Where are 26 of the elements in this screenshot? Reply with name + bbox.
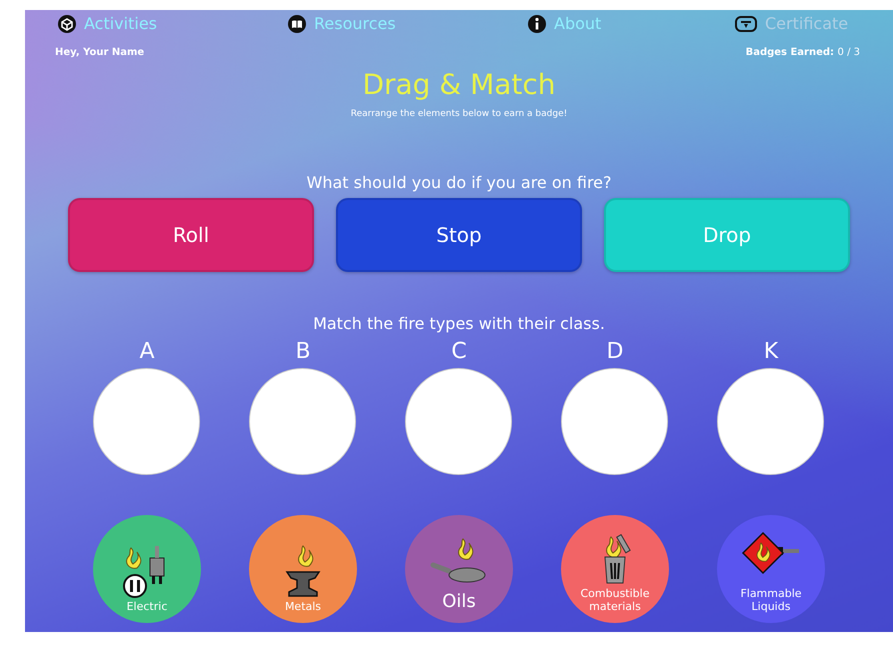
nav-link[interactable]: Activities <box>58 14 157 33</box>
badges-earned: Badges Earned: 0 / 3 <box>746 47 860 58</box>
fire-type-chip[interactable]: Metals <box>249 515 357 623</box>
cube-icon <box>58 14 76 32</box>
book-icon <box>288 14 306 32</box>
greeting: Hey, Your Name <box>55 47 144 58</box>
class-letter: B <box>295 339 311 364</box>
fire-type-chip[interactable]: Electric <box>93 515 201 623</box>
class-letter: C <box>451 339 467 364</box>
nav-link[interactable]: About <box>528 14 602 33</box>
class-letter: A <box>139 339 155 364</box>
fire-type-chip[interactable]: Combustible materials <box>561 515 669 623</box>
fire-type-chip[interactable]: Oils <box>405 515 513 623</box>
answer-tile[interactable]: Stop <box>336 198 582 272</box>
class-letter: D <box>606 339 624 364</box>
certificate-icon <box>735 14 757 32</box>
nav-link[interactable]: Resources <box>288 14 396 33</box>
question: What should you do if you are on fire? <box>306 173 612 192</box>
info-icon <box>528 14 546 32</box>
answer-tile[interactable]: Drop <box>604 198 850 272</box>
page-title: Drag & Match <box>362 68 556 101</box>
class-letter: K <box>764 339 778 364</box>
subtitle: Rearrange the elements below to earn a badge! <box>350 109 568 119</box>
match-prompt: Match the fire types with their class. <box>313 314 605 333</box>
fire-type-chip[interactable]: Flammable Liquids <box>717 515 825 623</box>
answer-tile[interactable]: Roll <box>68 198 314 272</box>
